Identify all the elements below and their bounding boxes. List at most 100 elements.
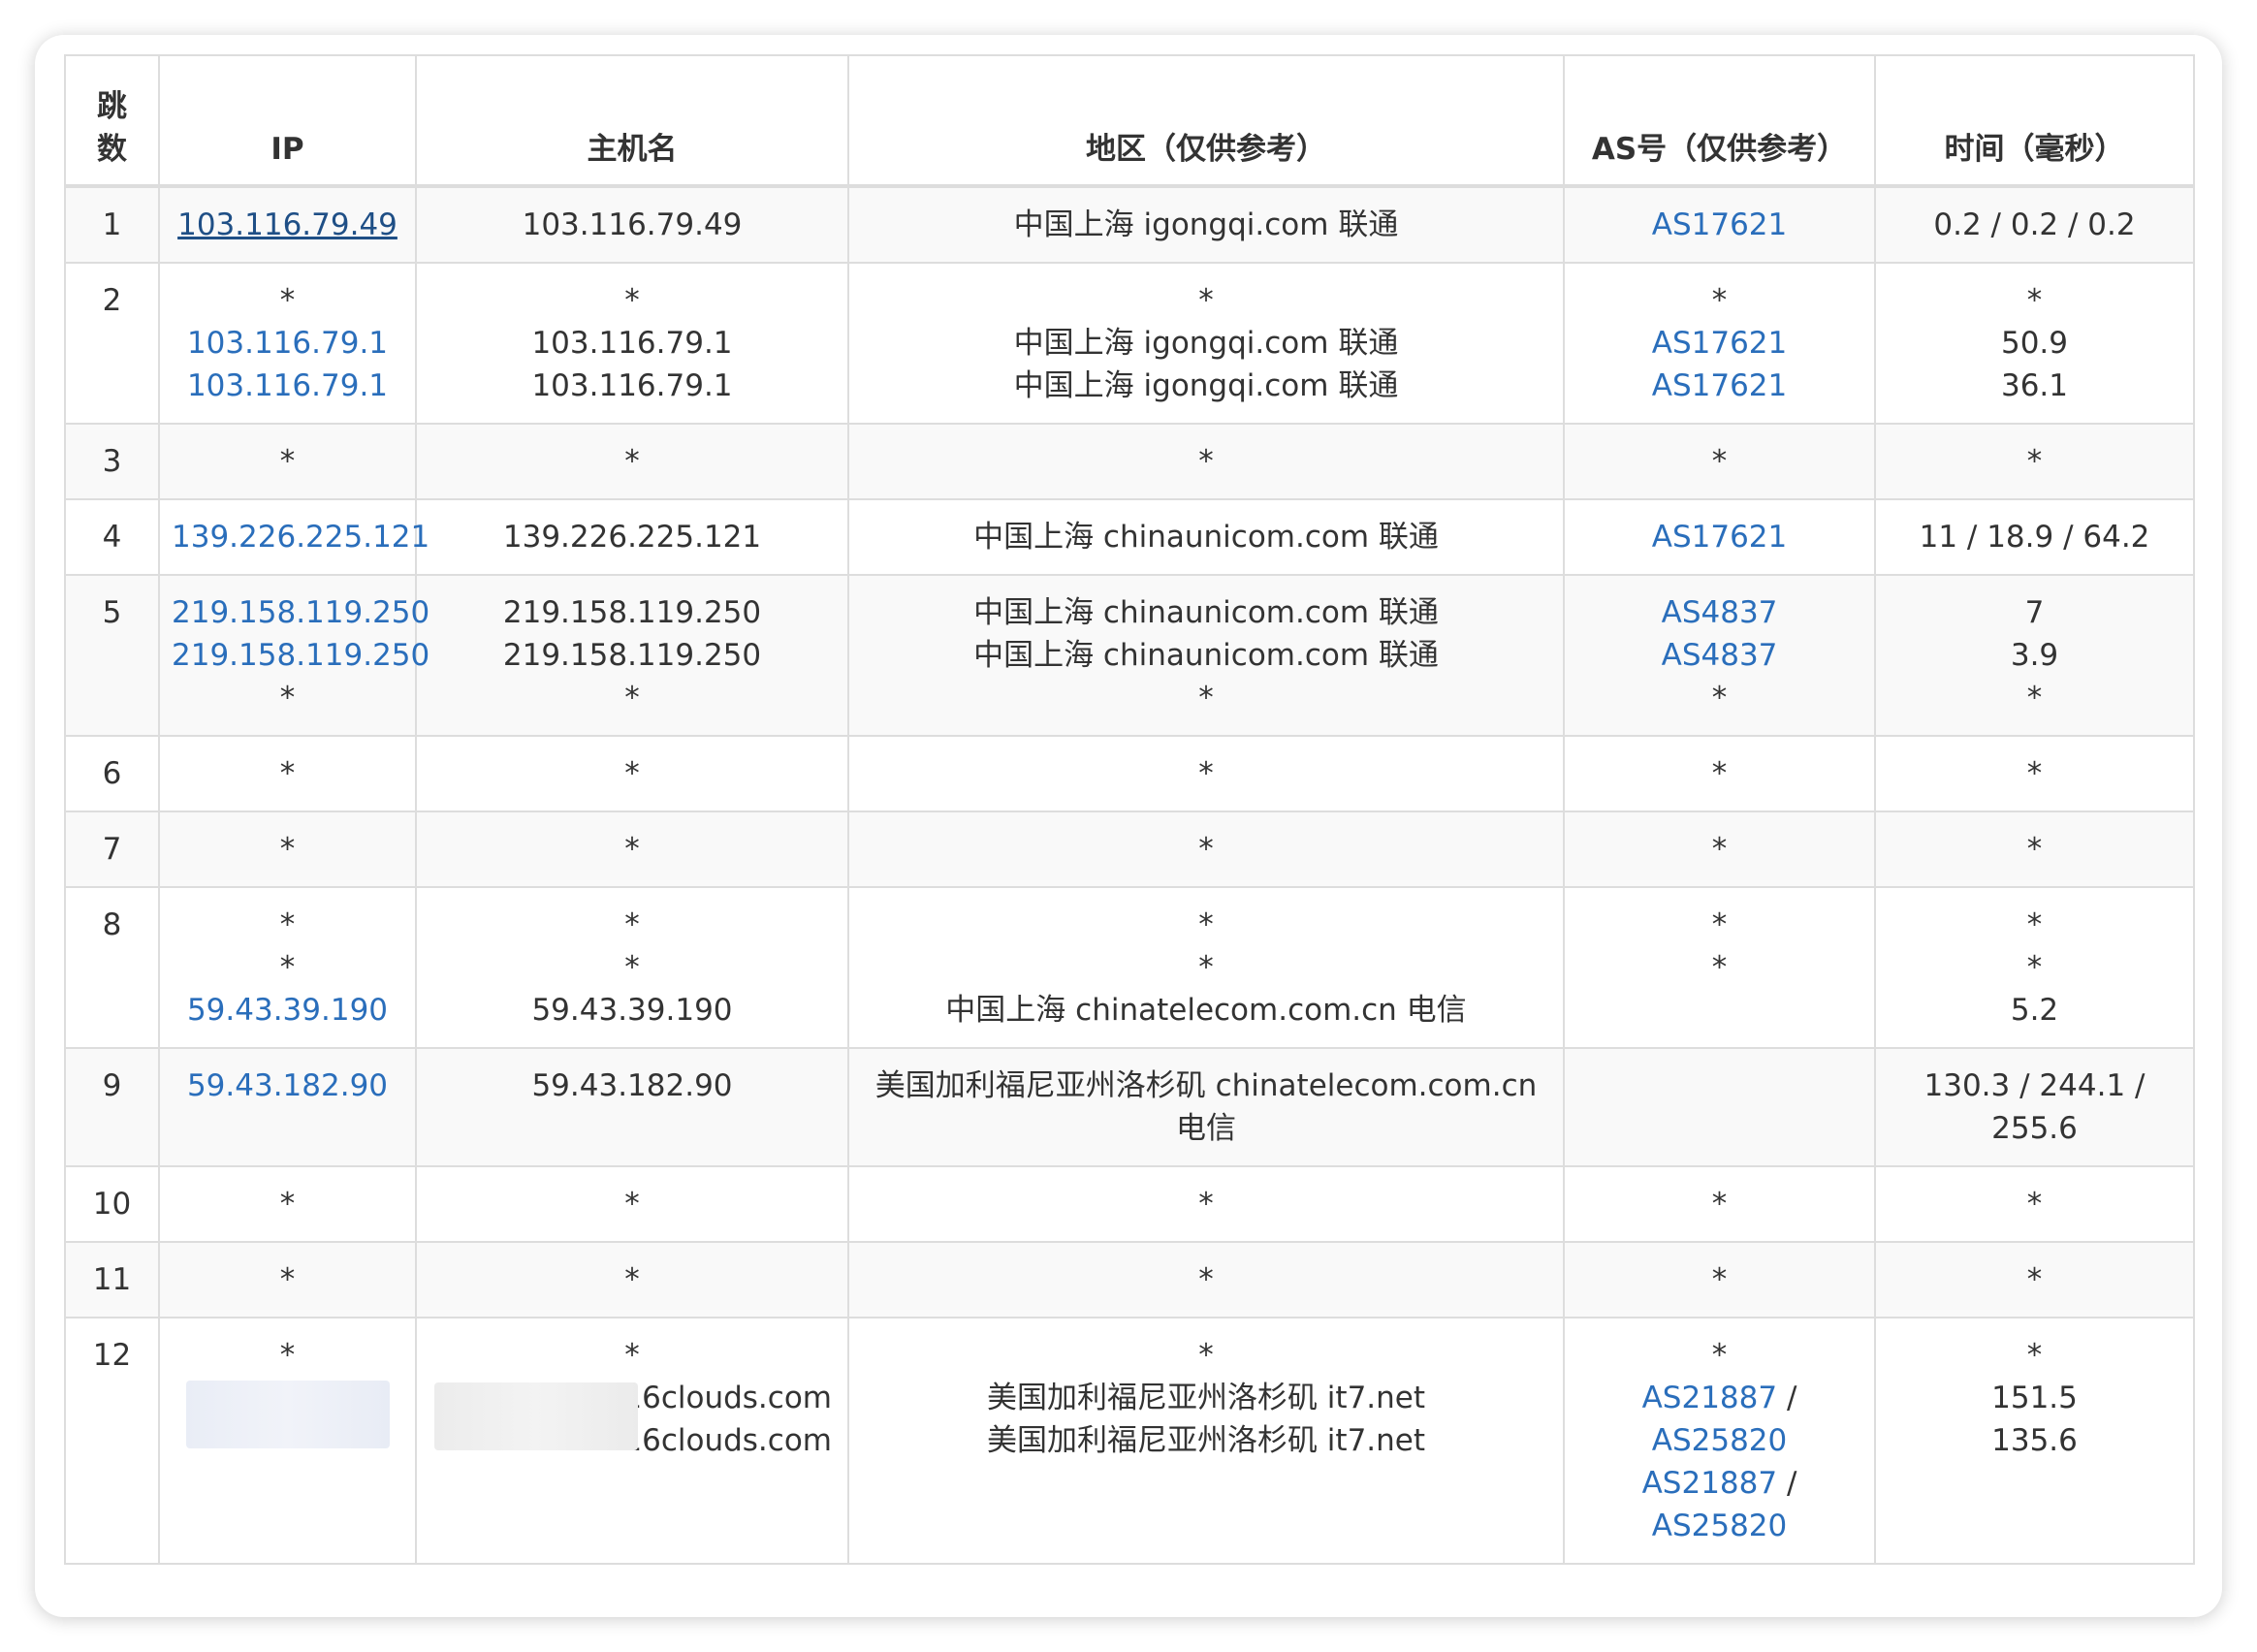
- table-row: 9 59.43.182.90 59.43.182.90 美国加利福尼亚州洛杉矶 …: [64, 1047, 2195, 1167]
- hop-cell: 5: [64, 574, 160, 737]
- time-text: 3.9: [2010, 638, 2059, 673]
- timeout-marker: *: [1711, 832, 1728, 867]
- timeout-marker: *: [2026, 1262, 2043, 1297]
- timeout-marker: *: [279, 950, 296, 985]
- as-cell: *: [1563, 810, 1876, 888]
- time-cell: *: [1874, 1165, 2195, 1243]
- hostname-text: 59.43.39.190: [531, 993, 733, 1028]
- timeout-marker: *: [624, 756, 640, 791]
- time-cell: 7 3.9 *: [1874, 574, 2195, 737]
- timeout-marker: *: [279, 1338, 296, 1373]
- header-hop-char: 跳: [97, 89, 127, 124]
- timeout-marker: *: [1711, 950, 1728, 985]
- region-text: 美国加利福尼亚州洛杉矶 it7.net: [986, 1381, 1426, 1415]
- as-cell: * *: [1563, 886, 1876, 1049]
- region-cell: * 中国上海 igongqi.com 联通 中国上海 igongqi.com 联…: [847, 262, 1565, 425]
- timeout-marker: *: [1711, 1338, 1728, 1373]
- hop-number: 10: [92, 1187, 132, 1222]
- as-link[interactable]: AS25820: [1576, 1419, 1862, 1462]
- as-link[interactable]: AS21887: [1642, 1381, 1778, 1415]
- time-text: 130.3 / 244.1 / 255.6: [1923, 1068, 2146, 1146]
- ip-cell: *: [158, 1317, 417, 1565]
- table-row: 5 219.158.119.250 219.158.119.250 * 219.…: [64, 574, 2195, 737]
- as-link[interactable]: AS4837: [1576, 634, 1862, 677]
- table-row: 4 139.226.225.121 139.226.225.121 中国上海 c…: [64, 498, 2195, 576]
- ip-link[interactable]: 103.116.79.1: [172, 365, 403, 407]
- as-cell: *: [1563, 1241, 1876, 1318]
- time-text: 151.5: [1991, 1381, 2078, 1415]
- as-link[interactable]: AS17621: [1576, 204, 1862, 246]
- hop-number: 12: [92, 1338, 132, 1373]
- hostname-text: 219.158.119.250: [502, 595, 762, 630]
- ip-cell: 103.116.79.49: [158, 185, 417, 264]
- as-cell: *: [1563, 1165, 1876, 1243]
- hop-number: 5: [102, 595, 122, 630]
- region-text: *: [1198, 1338, 1214, 1373]
- timeout-marker: *: [2026, 756, 2043, 791]
- as-cell: AS17621: [1563, 185, 1876, 264]
- traceroute-card: 跳数 IP 主机名 地区（仅供参考） AS号（仅供参考） 时间（毫秒） 1 10…: [35, 35, 2222, 1617]
- timeout-marker: *: [279, 681, 296, 715]
- table-header-row: 跳数 IP 主机名 地区（仅供参考） AS号（仅供参考） 时间（毫秒）: [64, 54, 2195, 188]
- timeout-marker: *: [2026, 444, 2043, 479]
- as-cell: *: [1563, 423, 1876, 500]
- region-text: 美国加利福尼亚州洛杉矶 it7.net: [986, 1423, 1426, 1458]
- hostname-cell: *: [415, 810, 849, 888]
- ip-link[interactable]: 59.43.39.190: [172, 989, 403, 1032]
- as-link[interactable]: AS17621: [1576, 365, 1862, 407]
- header-hop-char: 数: [97, 132, 127, 167]
- hop-cell: 6: [64, 735, 160, 812]
- region-text: 中国上海 chinaunicom.com 联通: [973, 638, 1439, 673]
- hop-number: 1: [102, 207, 122, 242]
- table-row: 11 * * * * *: [64, 1241, 2195, 1318]
- ip-link[interactable]: 59.43.182.90: [172, 1064, 403, 1107]
- as-cell: AS17621: [1563, 498, 1876, 576]
- ip-link[interactable]: 103.116.79.1: [172, 322, 403, 365]
- time-cell: *: [1874, 735, 2195, 812]
- timeout-marker: *: [279, 1262, 296, 1297]
- as-link[interactable]: AS4837: [1576, 591, 1862, 634]
- region-cell: *: [847, 1241, 1565, 1318]
- as-link[interactable]: AS17621: [1576, 322, 1862, 365]
- timeout-marker: *: [1711, 907, 1728, 942]
- table-row: 7 * * * * *: [64, 810, 2195, 888]
- region-text: 中国上海 chinatelecom.com.cn 电信: [945, 993, 1467, 1028]
- hop-cell: 7: [64, 810, 160, 888]
- as-link[interactable]: AS21887: [1642, 1466, 1778, 1501]
- timeout-marker: *: [1198, 832, 1214, 867]
- as-link[interactable]: AS25820: [1576, 1505, 1862, 1547]
- region-cell: *: [847, 810, 1565, 888]
- hostname-cell: 139.226.225.121: [415, 498, 849, 576]
- hostname-cell: *: [415, 423, 849, 500]
- time-text: *: [2026, 1338, 2043, 1373]
- ip-cell: *: [158, 1165, 417, 1243]
- timeout-marker: *: [279, 756, 296, 791]
- as-separator: /: [1786, 1466, 1797, 1501]
- hop-number: 3: [102, 444, 122, 479]
- time-text: *: [2026, 681, 2043, 715]
- ip-cell: 59.43.182.90: [158, 1047, 417, 1167]
- ip-link[interactable]: 103.116.79.49: [172, 204, 403, 246]
- ip-link[interactable]: 219.158.119.250: [172, 591, 429, 634]
- hop-number: 9: [102, 1068, 122, 1103]
- table-row: 6 * * * * *: [64, 735, 2195, 812]
- region-text: *: [1198, 907, 1214, 942]
- ip-cell: 139.226.225.121: [158, 498, 429, 576]
- hostname-text: 103.116.79.1: [531, 368, 733, 403]
- time-cell: 0.2 / 0.2 / 0.2: [1874, 185, 2195, 264]
- ip-link[interactable]: 139.226.225.121: [172, 516, 429, 558]
- ip-link[interactable]: 219.158.119.250: [172, 634, 429, 677]
- header-time: 时间（毫秒）: [1874, 54, 2195, 188]
- time-cell: * 50.9 36.1: [1874, 262, 2195, 425]
- hop-cell: 8: [64, 886, 160, 1049]
- table-row: 1 103.116.79.49 103.116.79.49 中国上海 igong…: [64, 185, 2195, 264]
- timeout-marker: *: [1198, 1187, 1214, 1222]
- region-cell: *: [847, 735, 1565, 812]
- as-link[interactable]: AS17621: [1576, 516, 1862, 558]
- redacted-hostname-group: .16clouds.com .16clouds.com: [429, 1377, 836, 1462]
- table-row: 3 * * * * *: [64, 423, 2195, 500]
- hop-number: 2: [102, 283, 122, 318]
- region-text: *: [1198, 950, 1214, 985]
- hostname-text: *: [624, 907, 640, 942]
- region-cell: 中国上海 igongqi.com 联通: [847, 185, 1565, 264]
